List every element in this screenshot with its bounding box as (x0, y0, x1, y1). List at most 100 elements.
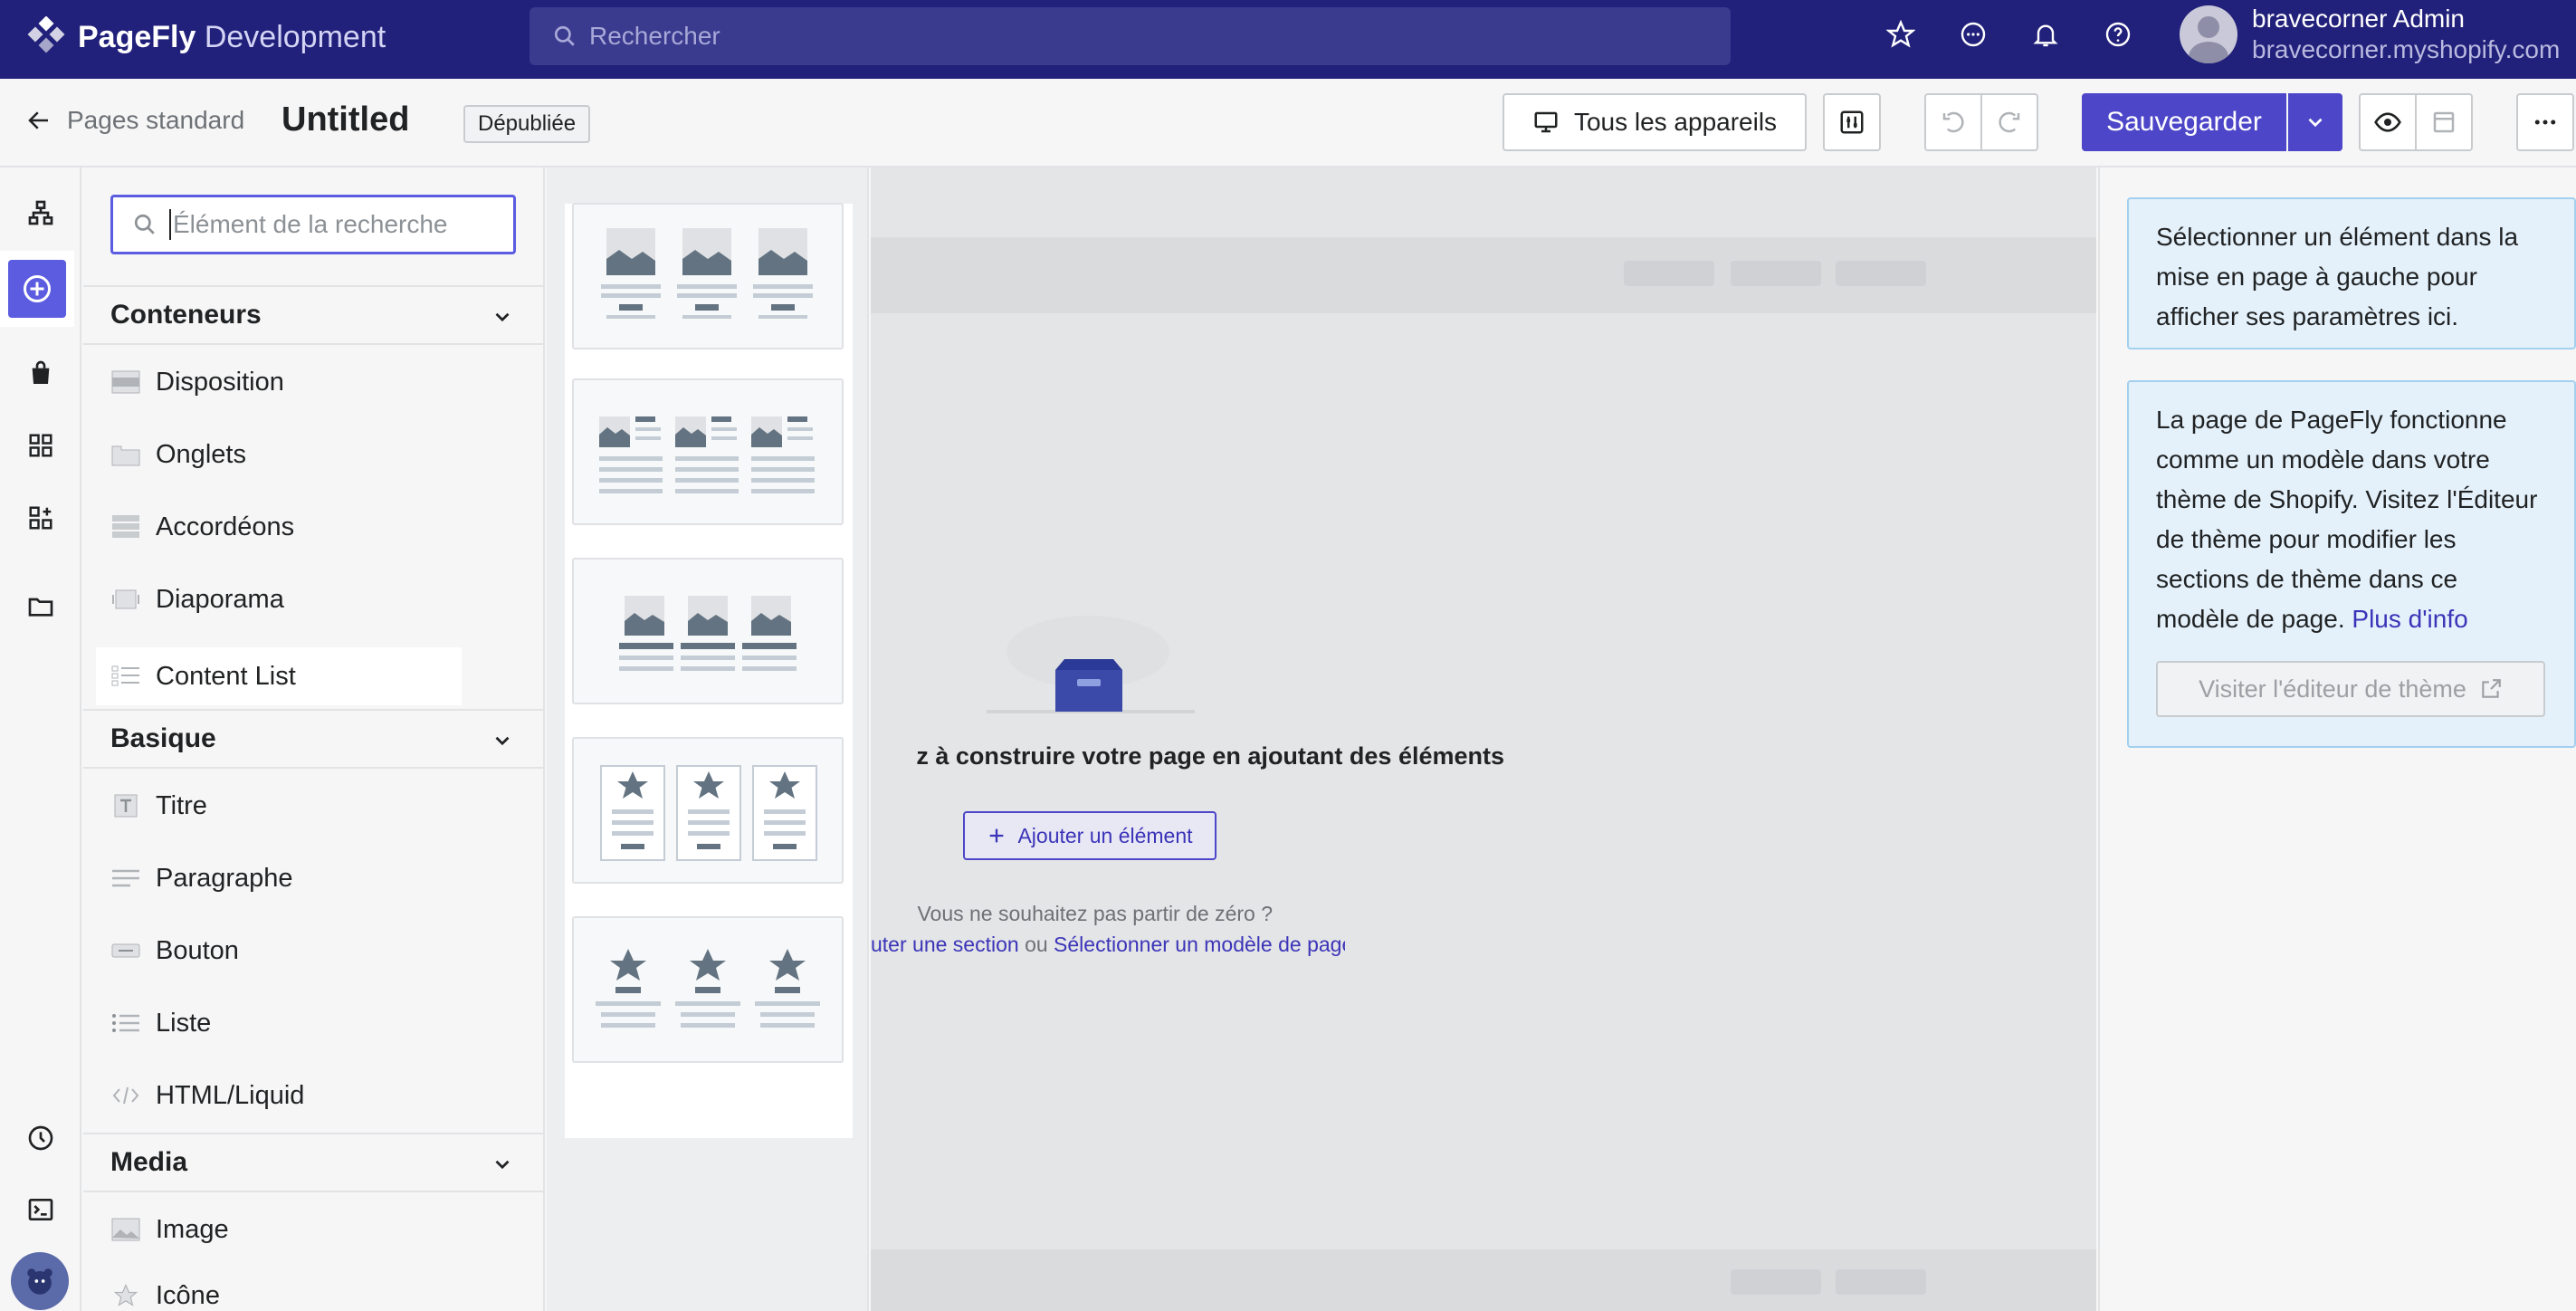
button-icon (110, 935, 141, 966)
back-label: Pages standard (67, 106, 245, 134)
element-label: Titre (156, 790, 207, 820)
ellipsis-icon (2534, 120, 2556, 125)
top-bar: PageFly Development Rechercher bravecorn… (0, 0, 2576, 79)
element-item-titre[interactable]: Titre (110, 777, 207, 835)
footer-nav-placeholder (1836, 1269, 1926, 1295)
status-badge: Dépubliée (463, 105, 591, 143)
section-conteneurs[interactable]: Conteneurs (83, 285, 543, 345)
section-basique[interactable]: Basique (83, 709, 543, 769)
search-icon (134, 214, 155, 234)
save-button[interactable]: Sauvegarder (2082, 93, 2286, 151)
canvas-header-placeholder (871, 237, 2096, 313)
hint-or: ou (1025, 933, 1048, 956)
devices-dropdown[interactable]: Tous les appareils (1503, 93, 1807, 151)
variant-thumbnail-image-icon (599, 416, 815, 493)
folder-icon[interactable] (18, 584, 63, 629)
add-section-link[interactable]: uter une section (871, 933, 1019, 956)
brand-env: Development (204, 19, 386, 54)
element-item-bouton[interactable]: Bouton (110, 922, 239, 980)
chevron-down-icon (2308, 118, 2323, 128)
shopify-bag-icon[interactable] (18, 350, 63, 396)
global-search-placeholder: Rechercher (589, 22, 720, 50)
element-label: Disposition (156, 367, 284, 397)
element-item-icone[interactable]: Icône (110, 1267, 220, 1311)
element-label: Diaporama (156, 584, 284, 614)
element-item-onglets[interactable]: Onglets (110, 426, 246, 483)
add-app-icon[interactable] (18, 495, 63, 541)
search-icon (554, 25, 575, 46)
redo-button[interactable] (1980, 93, 2038, 151)
more-info-link[interactable]: Plus d'info (2352, 605, 2467, 633)
chat-icon[interactable] (1955, 16, 1991, 53)
tabs-icon (110, 439, 141, 470)
preview-button[interactable] (2359, 93, 2417, 151)
undo-button[interactable] (1924, 93, 1982, 151)
footer-nav-placeholder (1731, 1269, 1821, 1295)
content-list-icon (110, 661, 141, 692)
accordion-icon (110, 512, 141, 542)
list-icon (110, 1008, 141, 1038)
user-avatar (2180, 5, 2237, 63)
publish-button[interactable] (2415, 93, 2473, 151)
more-options-button[interactable] (2516, 93, 2574, 151)
heading-icon (110, 790, 141, 821)
sitemap-icon[interactable] (18, 190, 63, 235)
save-options-button[interactable] (2288, 93, 2342, 151)
chevron-down-icon (495, 1160, 510, 1170)
element-item-paragraphe[interactable]: Paragraphe (110, 849, 293, 907)
layout-icon (110, 367, 141, 397)
visit-theme-editor-button[interactable]: Visiter l'éditeur de thème (2156, 661, 2545, 717)
image-icon (110, 1214, 141, 1245)
canvas-footer-placeholder (871, 1249, 2096, 1311)
element-item-liste[interactable]: Liste (110, 994, 211, 1052)
element-label: Bouton (156, 935, 239, 965)
element-label: Icône (156, 1280, 220, 1310)
global-search-input[interactable]: Rechercher (530, 7, 1731, 65)
element-item-html-liquid[interactable]: HTML/Liquid (110, 1067, 304, 1124)
variant-thumbnail-image-icon (619, 596, 797, 671)
section-media[interactable]: Media (83, 1133, 543, 1192)
add-element-label: Ajouter un élément (1017, 823, 1193, 847)
element-label: Image (156, 1214, 229, 1244)
history-icon[interactable] (18, 1115, 63, 1161)
content-list-variant-1[interactable] (572, 203, 844, 349)
user-menu[interactable]: bravecorner Admin bravecorner.myshopify.… (2180, 4, 2560, 65)
text-caret (169, 209, 171, 240)
eye-icon (2374, 112, 2401, 132)
chevron-down-icon (495, 736, 510, 746)
devices-label: Tous les appareils (1573, 108, 1778, 136)
page-canvas[interactable] (871, 167, 2096, 1311)
variant-thumbnail-image-icon (601, 228, 813, 319)
element-item-diaporama[interactable]: Diaporama (110, 570, 284, 628)
elements-panel: Élément de la recherche Conteneurs Dispo… (83, 167, 545, 1311)
element-item-accordeons[interactable]: Accordéons (110, 498, 294, 556)
star-icon[interactable] (1883, 16, 1919, 53)
mascot-avatar-icon[interactable] (11, 1252, 69, 1310)
element-label: Paragraphe (156, 863, 293, 893)
content-list-variant-3[interactable] (572, 558, 844, 704)
select-template-link[interactable]: Sélectionner un modèle de page (1054, 933, 1345, 956)
help-icon[interactable] (2100, 16, 2136, 53)
template-hint-links: uter une section ou Sélectionner un modè… (871, 933, 1345, 957)
empty-canvas-title: z à construire votre page en ajoutant de… (916, 742, 1504, 770)
app-logo[interactable]: PageFly Development (25, 16, 386, 58)
content-list-variant-4[interactable] (572, 737, 844, 884)
settings-sliders-button[interactable] (1823, 93, 1881, 151)
add-element-rail-button[interactable] (0, 251, 74, 327)
add-element-button[interactable]: Ajouter un élément (963, 811, 1216, 860)
bell-icon[interactable] (2027, 16, 2064, 53)
arrow-left-icon (28, 111, 48, 129)
variant-thumbnail-star-icon (600, 765, 817, 861)
back-link[interactable]: Pages standard (25, 106, 244, 135)
terminal-icon[interactable] (18, 1187, 63, 1232)
content-list-variant-2[interactable] (572, 378, 844, 525)
element-item-image[interactable]: Image (110, 1201, 229, 1258)
element-search-input[interactable]: Élément de la recherche (110, 195, 516, 254)
page-title[interactable]: Untitled (281, 100, 409, 139)
chevron-down-icon (495, 312, 510, 322)
element-item-content-list[interactable]: Content List (96, 647, 462, 705)
select-element-info: Sélectionner un élément dans la mise en … (2127, 197, 2576, 349)
grid-apps-icon[interactable] (18, 423, 63, 468)
content-list-variant-5[interactable] (572, 916, 844, 1063)
element-item-disposition[interactable]: Disposition (110, 353, 284, 411)
